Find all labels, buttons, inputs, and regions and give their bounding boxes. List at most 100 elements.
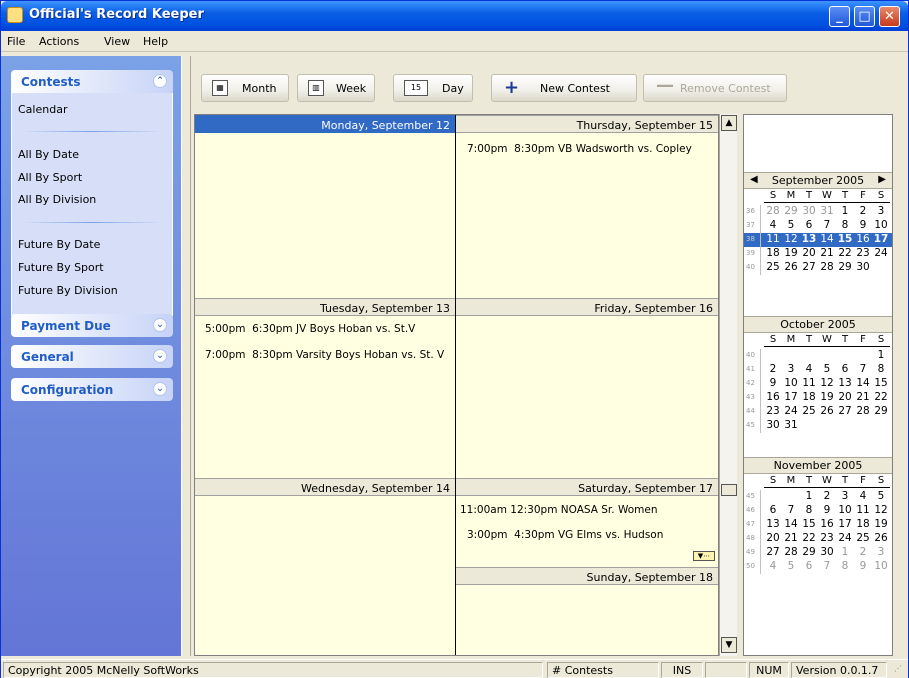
expand-chevron-icon[interactable]: ⌄: [153, 318, 167, 332]
day-cell[interactable]: 9: [818, 504, 836, 516]
day-cell[interactable]: 25: [764, 261, 782, 273]
day-cell[interactable]: 16: [818, 518, 836, 530]
week-row[interactable]: 42 9 10 11 12 13 14 15: [744, 377, 892, 391]
prev-month-arrow-icon[interactable]: ◀: [750, 174, 758, 185]
menu-view[interactable]: View: [104, 35, 130, 48]
day-cell[interactable]: 7: [782, 504, 800, 516]
day-cell[interactable]: 2: [854, 205, 872, 217]
day-cell[interactable]: 19: [872, 518, 890, 530]
day-cell[interactable]: 21: [854, 391, 872, 403]
expand-chevron-icon[interactable]: ⌄: [153, 382, 167, 396]
week-row[interactable]: 49 27 28 29 30 1 2 3: [744, 546, 892, 560]
week-calendar[interactable]: Monday, September 12 Tuesday, September …: [194, 114, 719, 656]
day-cell[interactable]: 29: [800, 546, 818, 558]
week-row[interactable]: 44 23 24 25 26 27 28 29: [744, 405, 892, 419]
sidebar-item-all-by-division[interactable]: All By Division: [18, 193, 96, 206]
day-cell[interactable]: 29: [872, 405, 890, 417]
day-cell[interactable]: 11: [854, 504, 872, 516]
day-cell[interactable]: 8: [800, 504, 818, 516]
week-row[interactable]: 45 1 2 3 4 5: [744, 490, 892, 504]
day-cell[interactable]: 14: [782, 518, 800, 530]
day-cell[interactable]: 13: [836, 377, 854, 389]
week-row[interactable]: 48 20 21 22 23 24 25 26: [744, 532, 892, 546]
day-cell[interactable]: 17: [782, 391, 800, 403]
sidebar-item-calendar[interactable]: Calendar: [18, 103, 67, 116]
day-cell[interactable]: 12: [872, 504, 890, 516]
day-cell[interactable]: 24: [872, 247, 890, 259]
day-cell[interactable]: 23: [818, 532, 836, 544]
day-cell[interactable]: 28: [782, 546, 800, 558]
day-cell[interactable]: 2: [818, 490, 836, 502]
appointment[interactable]: 7:00pm 8:30pm Varsity Boys Hoban vs. St.…: [205, 349, 453, 361]
day-cell[interactable]: 8: [872, 363, 890, 375]
day-cell[interactable]: 17: [872, 233, 890, 245]
day-cell[interactable]: 6: [800, 219, 818, 231]
resize-grip-icon[interactable]: ⋰: [894, 664, 906, 676]
day-cell[interactable]: 31: [818, 205, 836, 217]
day-cell[interactable]: 1: [872, 349, 890, 361]
day-cell[interactable]: 24: [782, 405, 800, 417]
month-button[interactable]: ▦ Month: [201, 74, 289, 102]
day-cell[interactable]: 23: [854, 247, 872, 259]
day-cell[interactable]: 4: [764, 560, 782, 572]
day-cell[interactable]: 29: [836, 261, 854, 273]
day-cell[interactable]: 13: [800, 233, 818, 245]
day-cell[interactable]: 30: [764, 419, 782, 431]
day-cell[interactable]: 13: [764, 518, 782, 530]
day-cell[interactable]: 7: [818, 560, 836, 572]
day-cell[interactable]: 5: [782, 219, 800, 231]
week-row[interactable]: 40 1: [744, 349, 892, 363]
day-button[interactable]: 15 Day: [393, 74, 473, 102]
new-contest-button[interactable]: + New Contest: [491, 74, 637, 102]
day-cell[interactable]: 22: [836, 247, 854, 259]
sidebar-item-all-by-date[interactable]: All By Date: [18, 148, 79, 161]
day-header-friday[interactable]: Friday, September 16: [456, 298, 718, 316]
day-cell[interactable]: 28: [764, 205, 782, 217]
next-month-arrow-icon[interactable]: ▶: [878, 174, 886, 185]
day-header-sunday[interactable]: Sunday, September 18: [456, 567, 718, 585]
day-cell[interactable]: 21: [818, 247, 836, 259]
menu-file[interactable]: File: [7, 35, 25, 48]
day-cell[interactable]: 19: [818, 391, 836, 403]
sidebar-item-future-by-date[interactable]: Future By Date: [18, 238, 100, 251]
day-cell[interactable]: 10: [836, 504, 854, 516]
contests-panel-header[interactable]: Contests ⌃: [11, 70, 173, 93]
appointment[interactable]: 7:00pm 8:30pm VB Wadsworth vs. Copley: [467, 143, 717, 155]
day-cell[interactable]: 27: [800, 261, 818, 273]
day-cell[interactable]: 20: [800, 247, 818, 259]
day-cell[interactable]: 2: [854, 546, 872, 558]
day-cell[interactable]: 4: [764, 219, 782, 231]
day-cell[interactable]: 5: [782, 560, 800, 572]
day-cell[interactable]: 15: [800, 518, 818, 530]
week-row[interactable]: 37 4 5 6 7 8 9 10: [744, 219, 892, 233]
day-header-saturday[interactable]: Saturday, September 17: [456, 478, 718, 496]
week-row[interactable]: 36 28 29 30 31 1 2 3: [744, 205, 892, 219]
maximize-button[interactable]: □: [854, 6, 875, 27]
day-cell[interactable]: 11: [764, 233, 782, 245]
day-cell[interactable]: 12: [818, 377, 836, 389]
week-row[interactable]: 46 6 7 8 9 10 11 12: [744, 504, 892, 518]
day-cell[interactable]: 14: [818, 233, 836, 245]
scroll-thumb[interactable]: [721, 484, 737, 496]
day-cell[interactable]: 9: [764, 377, 782, 389]
day-cell[interactable]: 1: [800, 490, 818, 502]
day-header-monday[interactable]: Monday, September 12: [195, 115, 455, 133]
day-cell[interactable]: 6: [764, 504, 782, 516]
day-cell[interactable]: 17: [836, 518, 854, 530]
scroll-up-arrow-icon[interactable]: ▲: [721, 115, 737, 131]
day-cell[interactable]: 25: [800, 405, 818, 417]
configuration-panel-header[interactable]: Configuration ⌄: [11, 378, 173, 401]
day-cell[interactable]: 5: [818, 363, 836, 375]
day-cell[interactable]: 18: [764, 247, 782, 259]
title-bar[interactable]: Official's Record Keeper _ □ ✕: [1, 1, 908, 31]
day-cell[interactable]: 3: [872, 546, 890, 558]
day-cell[interactable]: 29: [782, 205, 800, 217]
day-cell[interactable]: 2: [764, 363, 782, 375]
day-cell[interactable]: 28: [854, 405, 872, 417]
menu-actions[interactable]: Actions: [39, 35, 79, 48]
day-cell[interactable]: 21: [782, 532, 800, 544]
day-header-thursday[interactable]: Thursday, September 15: [456, 115, 718, 133]
day-cell[interactable]: 19: [782, 247, 800, 259]
day-cell[interactable]: 25: [854, 532, 872, 544]
calendar-scrollbar[interactable]: ▲ ▼: [719, 114, 737, 656]
